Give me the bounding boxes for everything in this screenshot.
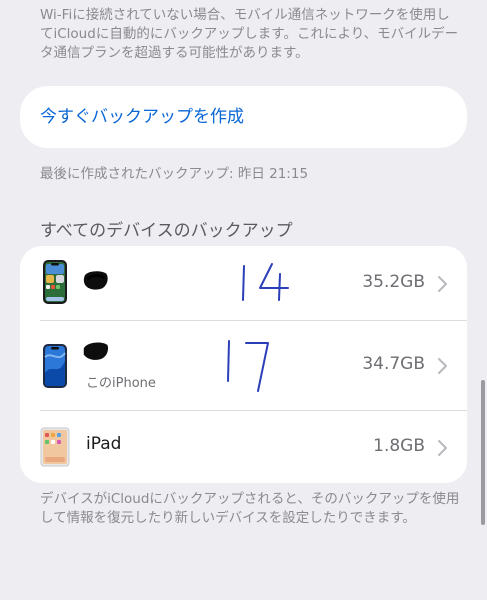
handwritten-annotation: 14 bbox=[236, 260, 296, 308]
redacted-name-scribble bbox=[83, 342, 109, 360]
handwritten-annotation: 17 bbox=[220, 335, 290, 399]
iphone-17-icon bbox=[43, 344, 67, 388]
chevron-right-icon bbox=[438, 440, 447, 456]
chevron-right-icon bbox=[438, 276, 447, 292]
cellular-backup-note: Wi-Fiに接続されていない場合、モバイル通信ネットワークを使用してiCloud… bbox=[40, 7, 459, 61]
last-backup-text: 最後に作成されたバックアップ: 昨日 21:15 bbox=[40, 166, 309, 182]
section-header: すべてのデバイスのバックアップ bbox=[40, 221, 293, 241]
redacted-name-scribble bbox=[83, 271, 108, 290]
device-size: 1.8GB bbox=[373, 436, 425, 456]
ipad-icon bbox=[40, 427, 70, 467]
device-row-this-iphone[interactable]: このiPhone 17 34.7GB bbox=[20, 321, 467, 411]
backup-restore-note: デバイスがiCloudにバックアップされると、そのバックアップを使用して情報を復… bbox=[40, 491, 460, 526]
device-row-iphone-14[interactable]: 14 35.2GB bbox=[20, 246, 467, 321]
device-size: 35.2GB bbox=[362, 272, 425, 292]
scrollbar[interactable] bbox=[481, 380, 485, 525]
backup-now-button[interactable]: 今すぐバックアップを作成 bbox=[40, 86, 244, 148]
device-backup-list: 14 35.2GB このiPhone bbox=[20, 246, 467, 483]
backup-now-card: 今すぐバックアップを作成 bbox=[20, 86, 467, 148]
device-size: 34.7GB bbox=[362, 354, 425, 374]
device-row-ipad[interactable]: iPad 1.8GB bbox=[20, 411, 467, 483]
this-device-label: このiPhone bbox=[86, 376, 156, 391]
device-name: iPad bbox=[86, 434, 122, 454]
chevron-right-icon bbox=[438, 358, 447, 374]
icloud-backup-screen: Wi-Fiに接続されていない場合、モバイル通信ネットワークを使用してiCloud… bbox=[0, 0, 487, 600]
iphone-14-icon bbox=[43, 260, 67, 304]
